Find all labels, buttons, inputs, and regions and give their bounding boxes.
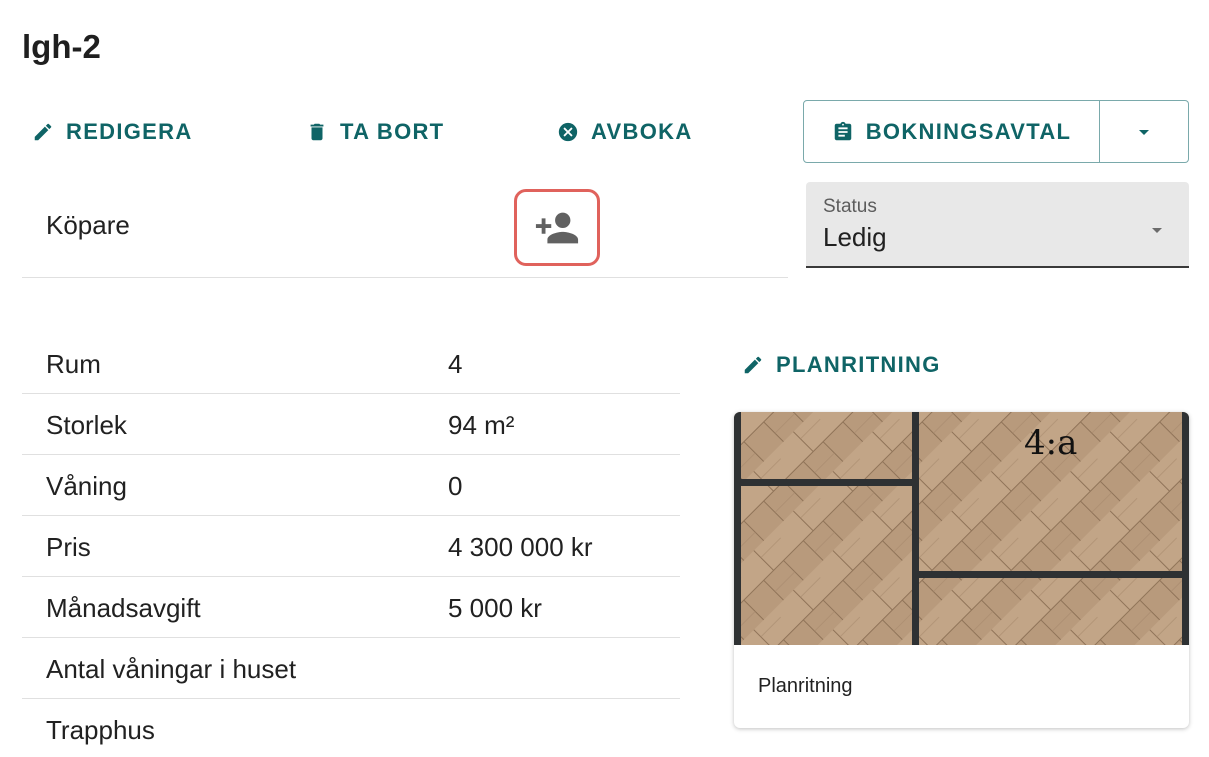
- edit-button-label: REDIGERA: [66, 119, 193, 144]
- floorplan-wall: [912, 412, 919, 645]
- property-row: Pris 4 300 000 kr: [22, 516, 680, 577]
- delete-button-label: TA BORT: [340, 119, 445, 144]
- caret-down-icon: [1139, 129, 1149, 135]
- floorplan-wall: [916, 571, 1189, 578]
- booking-agreement-split-button: BOKNINGSAVTAL: [803, 100, 1189, 163]
- pencil-icon: [744, 356, 762, 374]
- cancel-booking-button[interactable]: AVBOKA: [557, 112, 693, 152]
- property-row: Våning 0: [22, 455, 680, 516]
- pencil-icon: [34, 123, 52, 141]
- buyer-row: Köpare: [22, 182, 788, 278]
- floorplan-floor: [734, 412, 1189, 645]
- status-select-label: Status: [823, 196, 877, 217]
- property-value: 0: [448, 471, 463, 501]
- floorplan-caption: Planritning: [758, 675, 853, 697]
- property-label: Trapphus: [46, 715, 155, 745]
- floorplan-edit-button[interactable]: PLANRITNING: [742, 345, 941, 385]
- buyer-label: Köpare: [46, 210, 130, 240]
- property-label: Pris: [46, 532, 91, 562]
- add-person-icon: [535, 212, 579, 243]
- property-label: Storlek: [46, 410, 127, 440]
- caret-down-icon: [1152, 228, 1162, 233]
- booking-agreement-dropdown-button[interactable]: [1100, 100, 1189, 163]
- floorplan-wall: [1182, 412, 1189, 645]
- floorplan-image: 4:a: [734, 412, 1189, 645]
- floorplan-wall: [734, 412, 741, 645]
- property-row: Trapphus: [22, 699, 680, 757]
- floorplan-edit-button-label: PLANRITNING: [776, 352, 941, 377]
- add-buyer-button[interactable]: [514, 189, 600, 266]
- property-value: 5 000 kr: [448, 593, 542, 623]
- property-row: Antal våningar i huset: [22, 638, 680, 699]
- cancel-circle-icon: [558, 122, 578, 142]
- property-value: 4: [448, 349, 463, 379]
- floorplan-wall: [734, 479, 916, 486]
- cancel-booking-button-label: AVBOKA: [591, 119, 693, 144]
- property-label: Antal våningar i huset: [46, 654, 297, 684]
- property-row: Rum 4: [22, 333, 680, 394]
- status-select-value: Ledig: [823, 222, 887, 252]
- property-value: 4 300 000 kr: [448, 532, 593, 562]
- property-row: Månadsavgift 5 000 kr: [22, 577, 680, 638]
- property-label: Våning: [46, 471, 127, 501]
- edit-button[interactable]: REDIGERA: [32, 112, 193, 152]
- floorplan-card[interactable]: 4:a Planritning: [734, 412, 1189, 728]
- page-title: lgh-2: [22, 28, 101, 65]
- property-table: Rum 4 Storlek 94 m² Våning 0 Pris 4 300 …: [22, 333, 680, 757]
- clipboard-icon: [834, 121, 851, 140]
- property-row: Storlek 94 m²: [22, 394, 680, 455]
- booking-agreement-button-label: BOKNINGSAVTAL: [865, 118, 1072, 144]
- trash-icon: [310, 123, 324, 141]
- property-label: Rum: [46, 349, 101, 379]
- property-value: 94 m²: [448, 410, 515, 440]
- property-label: Månadsavgift: [46, 593, 201, 623]
- booking-agreement-button[interactable]: BOKNINGSAVTAL: [803, 100, 1100, 163]
- floorplan-room-label: 4:a: [1024, 423, 1077, 463]
- status-select[interactable]: Status Ledig: [806, 182, 1189, 268]
- delete-button[interactable]: TA BORT: [306, 112, 444, 152]
